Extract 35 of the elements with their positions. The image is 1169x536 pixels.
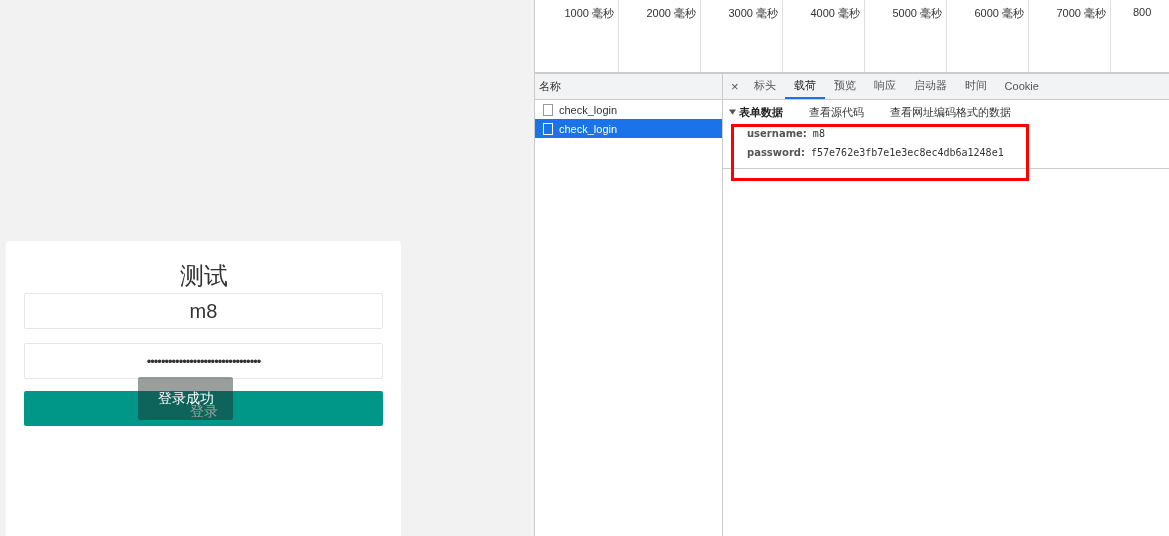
tick-label: 1000 毫秒 (537, 0, 619, 72)
tab[interactable]: 启动器 (904, 74, 956, 99)
section-title: 表单数据 (739, 104, 783, 120)
field-value: m8 (812, 127, 825, 139)
username-field[interactable]: m8 (24, 293, 383, 329)
view-link[interactable]: 查看网址编码格式的数据 (890, 104, 1011, 120)
triangle-icon (729, 109, 736, 115)
column-header: 名称 (535, 74, 722, 100)
close-button[interactable]: × (729, 74, 745, 99)
tab[interactable]: 预览 (824, 74, 865, 99)
tick-label: 4000 毫秒 (783, 0, 865, 72)
form-title: 测试 (179, 261, 228, 291)
tab[interactable]: 时间 (955, 74, 996, 99)
tick-label: 800 (1132, 5, 1153, 20)
view-link[interactable]: 查看源代码 (809, 104, 864, 120)
request-name: check_login (559, 122, 618, 135)
tab[interactable]: 标头 (744, 74, 785, 99)
tick-label: 5000 毫秒 (865, 0, 947, 72)
request-row[interactable]: check_login (535, 100, 722, 119)
field-value: f57e762e3fb7e1e3ec8ec4db6a1248e1 (811, 146, 1004, 158)
request-name: check_login (559, 103, 618, 116)
request-row[interactable]: check_login (535, 119, 722, 138)
password-field[interactable]: •••••••••••••••••••••••••••••••• (24, 343, 383, 379)
tab[interactable]: 响应 (864, 74, 905, 99)
tick-label: 3000 毫秒 (701, 0, 783, 72)
tick-label: 7000 毫秒 (1029, 0, 1111, 72)
field-key: username: (747, 127, 807, 139)
field-key: password: (747, 146, 805, 158)
tab[interactable]: 载荷 (784, 74, 825, 99)
tick-label: 2000 毫秒 (619, 0, 701, 72)
document-icon (543, 103, 553, 116)
tab[interactable]: Cookie (995, 74, 1048, 99)
document-icon (543, 122, 553, 135)
tick-label: 6000 毫秒 (947, 0, 1029, 72)
section-toggle[interactable]: 表单数据 (729, 104, 783, 120)
